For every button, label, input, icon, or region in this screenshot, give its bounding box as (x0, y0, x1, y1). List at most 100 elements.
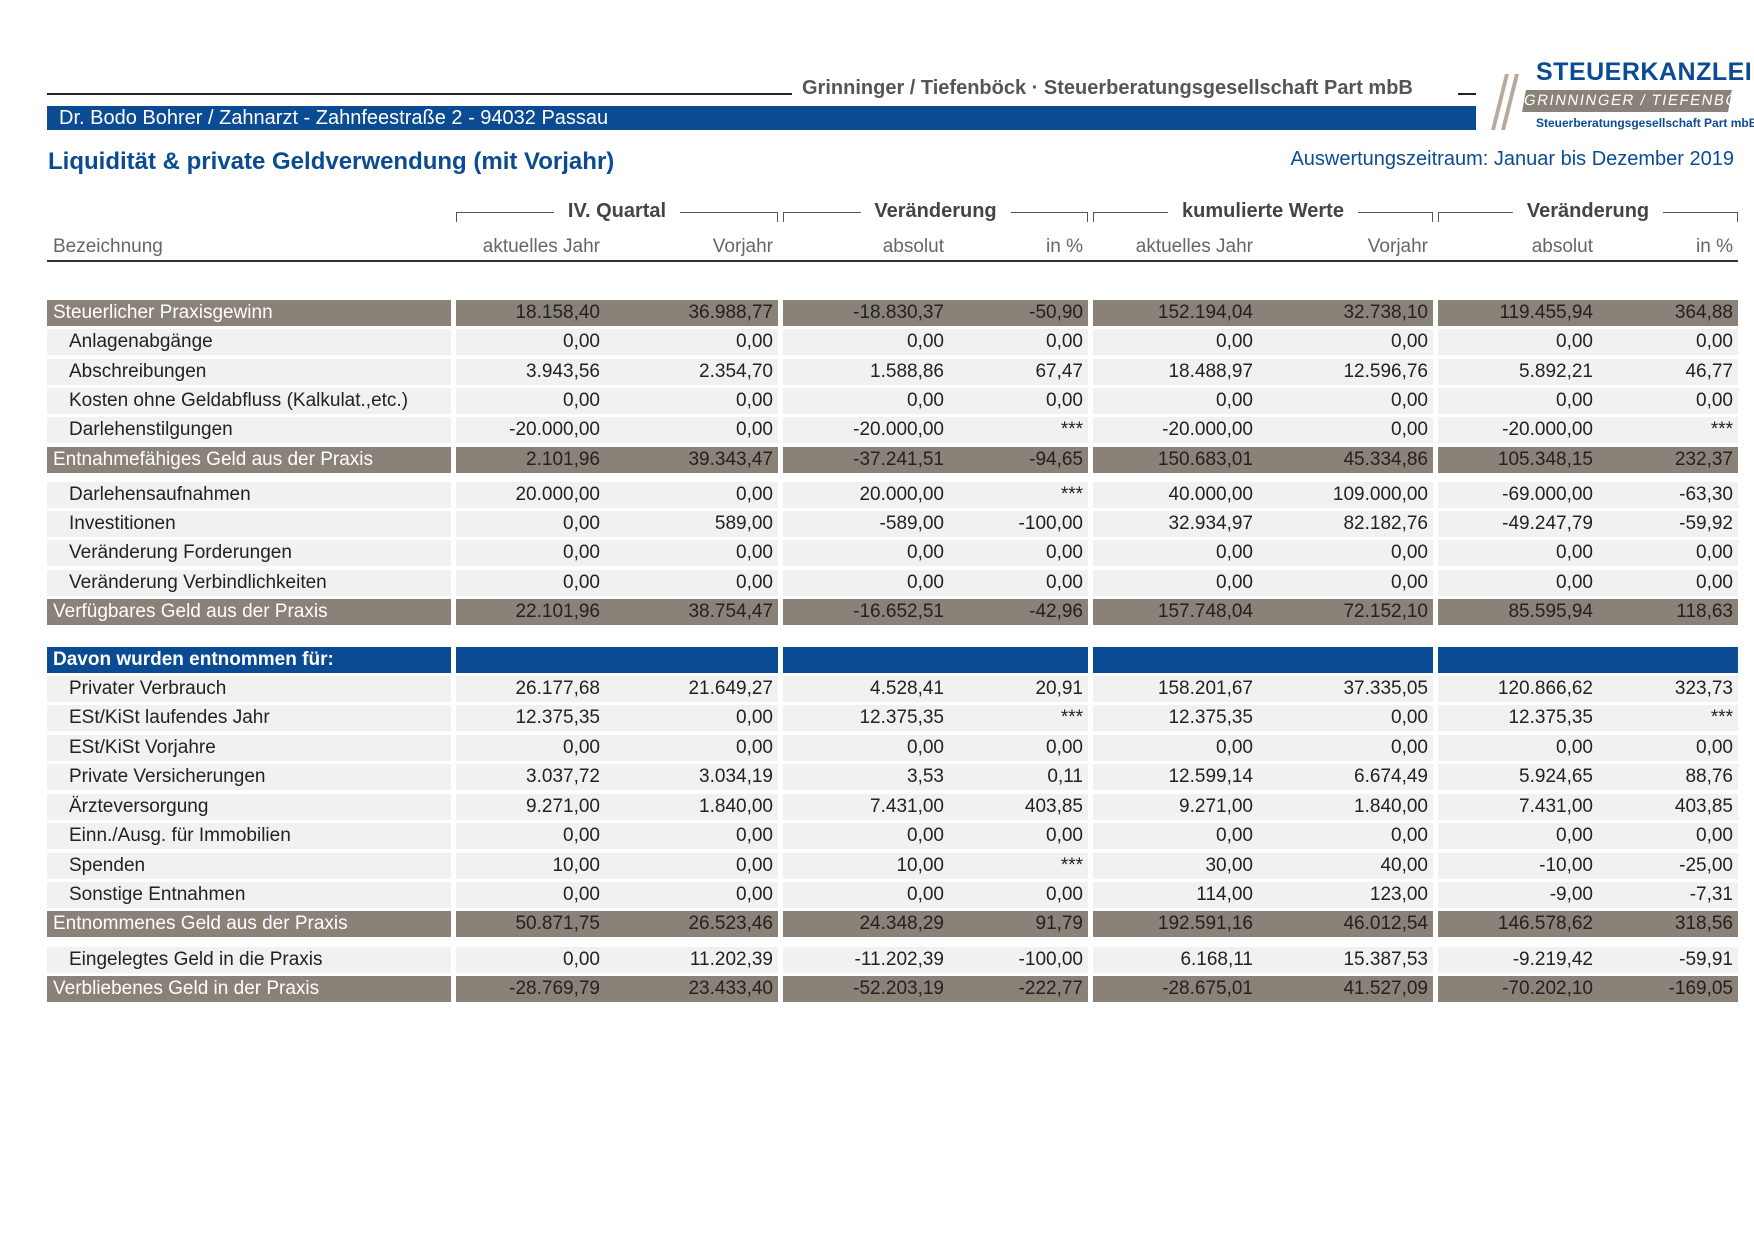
value-cell: 7.431,00 (1519, 796, 1593, 817)
evaluation-period: Auswertungszeitraum: Januar bis Dezember… (1290, 148, 1734, 170)
value-cell: 0,00 (736, 390, 773, 411)
table-total-row: Verfügbares Geld aus der Praxis 22.101,96… (0, 599, 1754, 625)
value-cell: 40,00 (1380, 855, 1428, 876)
value-cell: 5.892,21 (1519, 361, 1593, 382)
row-label: Sonstige Entnahmen (47, 882, 451, 908)
value-cell: 123,00 (1369, 884, 1428, 905)
row-label: Einn./Ausg. für Immobilien (47, 823, 451, 849)
value-cell: 0,00 (1391, 419, 1428, 440)
value-cell: 85.595,94 (1508, 601, 1593, 622)
value-cell: 12.375,35 (859, 707, 944, 728)
table-row: ESt/KiSt Vorjahre 0,00 0,00 0,00 0,00 0,00 0,0… (0, 735, 1754, 761)
value-cell: 12.375,35 (1168, 707, 1253, 728)
value-cell: 0,00 (1391, 390, 1428, 411)
value-cell: *** (1710, 707, 1733, 728)
table-total-row: Entnahmefähiges Geld aus der Praxis 2.101… (0, 447, 1754, 473)
value-cell: 36.988,77 (688, 302, 773, 323)
value-cell: 0,00 (1556, 737, 1593, 758)
table-row: ESt/KiSt laufendes Jahr 12.375,35 0,00 12.3… (0, 705, 1754, 731)
table-section-row: Davon wurden entnommen für: (0, 647, 1754, 673)
value-cell (1258, 647, 1428, 673)
row-label: Privater Verbrauch (47, 676, 451, 702)
value-cell: 323,73 (1674, 678, 1733, 699)
value-cell: 2.354,70 (699, 361, 773, 382)
value-cell: 26.177,68 (515, 678, 600, 699)
value-cell: -50,90 (1029, 302, 1083, 323)
value-cell: -59,92 (1679, 513, 1733, 534)
value-cell: 0,00 (1696, 572, 1733, 593)
column-header: Vorjahr (1367, 236, 1428, 257)
group-title: kumulierte Werte (1168, 200, 1358, 223)
value-cell: -52.203,19 (853, 978, 944, 999)
value-cell: 18.488,97 (1168, 361, 1253, 382)
value-cell: 158.201,67 (1157, 678, 1253, 699)
header-rule (47, 93, 792, 95)
value-cell: 1.840,00 (1354, 796, 1428, 817)
table-row: Sonstige Entnahmen 0,00 0,00 0,00 0,00 114,00… (0, 882, 1754, 908)
column-header: aktuelles Jahr (1135, 236, 1253, 257)
value-cell: 0,00 (1046, 737, 1083, 758)
value-cell: *** (1060, 484, 1083, 505)
table-row: Private Versicherungen 3.037,72 3.034,19 3,… (0, 764, 1754, 790)
value-cell: *** (1060, 855, 1083, 876)
value-cell: 0,00 (1696, 390, 1733, 411)
value-cell: 0,00 (1556, 825, 1593, 846)
row-label: Veränderung Forderungen (47, 540, 451, 566)
value-cell: 0,00 (1556, 390, 1593, 411)
value-cell: -9.219,42 (1512, 949, 1593, 970)
value-cell: 12.375,35 (1508, 707, 1593, 728)
table-row: Eingelegtes Geld in die Praxis 0,00 11.202… (0, 947, 1754, 973)
column-header: aktuelles Jahr (482, 236, 600, 257)
value-cell: 91,79 (1035, 913, 1083, 934)
value-cell: 0,00 (1046, 825, 1083, 846)
value-cell: 0,00 (1216, 331, 1253, 352)
value-cell: 24.348,29 (859, 913, 944, 934)
value-cell: 46,77 (1685, 361, 1733, 382)
value-cell: 0,00 (563, 390, 600, 411)
value-cell: 0,00 (907, 390, 944, 411)
value-cell: -94,65 (1029, 449, 1083, 470)
value-cell: 150.683,01 (1157, 449, 1253, 470)
value-cell: 72.152,10 (1343, 601, 1428, 622)
value-cell: 0,00 (736, 331, 773, 352)
value-cell: 5.924,65 (1519, 766, 1593, 787)
value-cell: 12.375,35 (515, 707, 600, 728)
value-cell: 0,00 (563, 884, 600, 905)
logo-names: GRINNINGER / TIEFENBÖCK (1522, 90, 1754, 112)
value-cell: 3.034,19 (699, 766, 773, 787)
value-cell: 0,00 (1696, 542, 1733, 563)
value-cell: -28.769,79 (509, 978, 600, 999)
client-bar: Dr. Bodo Bohrer / Zahnarzt - Zahnfeestra… (47, 106, 1476, 130)
row-label: Entnahmefähiges Geld aus der Praxis (47, 447, 451, 473)
column-header: Bezeichnung (53, 236, 163, 257)
value-cell (456, 647, 600, 673)
group-title: IV. Quartal (553, 200, 681, 223)
value-cell: -70.202,10 (1502, 978, 1593, 999)
value-cell: -25,00 (1679, 855, 1733, 876)
header-rule-right (1458, 93, 1476, 95)
value-cell: -37.241,51 (853, 449, 944, 470)
value-cell: -59,91 (1679, 949, 1733, 970)
value-cell: 0,00 (907, 331, 944, 352)
value-cell: 39.343,47 (688, 449, 773, 470)
value-cell: 0,00 (736, 884, 773, 905)
value-cell: 0,00 (1046, 572, 1083, 593)
row-label: Verfügbares Geld aus der Praxis (47, 599, 451, 625)
value-cell: -169,05 (1668, 978, 1733, 999)
value-cell: 105.348,15 (1497, 449, 1593, 470)
value-cell: 3,53 (907, 766, 944, 787)
value-cell: 32.738,10 (1343, 302, 1428, 323)
value-cell: 0,00 (1696, 825, 1733, 846)
header-underline (47, 260, 1738, 262)
value-cell: 15.387,53 (1343, 949, 1428, 970)
value-cell: 0,00 (736, 855, 773, 876)
logo-stripes-icon (1490, 74, 1520, 130)
value-cell: 0,00 (563, 949, 600, 970)
value-cell: 157.748,04 (1157, 601, 1253, 622)
row-label: Eingelegtes Geld in die Praxis (47, 947, 451, 973)
column-header: in % (1046, 236, 1083, 257)
value-cell (783, 647, 944, 673)
value-cell: 0,00 (1216, 825, 1253, 846)
group-title: Veränderung (1512, 200, 1664, 223)
table-row: Spenden 10,00 0,00 10,00 *** 30,00 40,00 -10,00… (0, 853, 1754, 879)
